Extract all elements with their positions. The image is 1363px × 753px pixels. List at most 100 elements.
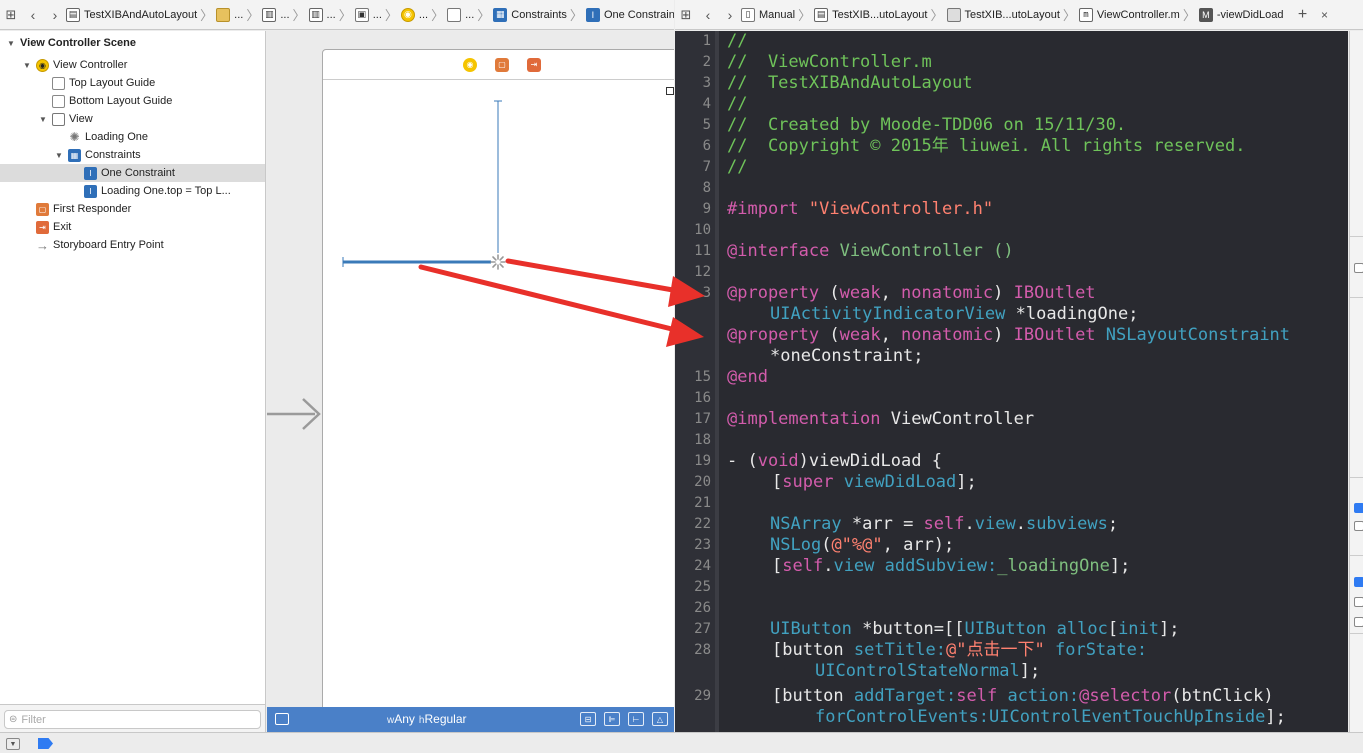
related-items-grid-icon[interactable]: ⊞ <box>675 4 697 26</box>
document-outline: ▼ View Controller Scene ▼ ◉ View Controller T… <box>0 31 266 704</box>
code-editor[interactable]: 1 2 3 4 5 6 7 8 9 10 11 12 3 15 16 17 18 19 20 21 22 23 24 25 26… <box>675 31 1348 732</box>
outline-item-constraints[interactable]: ▼ ▦ Constraints <box>0 146 265 164</box>
inspector-checkbox[interactable] <box>1354 521 1363 531</box>
jump-bar-view-controller[interactable]: ◉... <box>400 7 428 22</box>
code-line: - (void)viewDidLoad { <box>727 451 942 471</box>
code-line: UIActivityIndicatorView *loadingOne; <box>770 304 1139 324</box>
hide-debug-area-icon[interactable]: ▼ <box>6 738 20 750</box>
jump-bar-folder[interactable]: ... <box>216 7 243 22</box>
back-chevron-icon[interactable]: ‹ <box>697 4 719 26</box>
line-number: 28 <box>694 642 711 658</box>
stack-icon[interactable]: ⊟ <box>580 712 596 726</box>
disclosure-triangle-icon[interactable]: ▼ <box>54 151 64 160</box>
jump-bar-scene[interactable]: ▣... <box>354 7 382 22</box>
disclosure-triangle-icon[interactable]: ▼ <box>38 115 48 124</box>
jump-bar-storyboard[interactable]: ▥... <box>262 7 290 22</box>
code-line: @property (weak, nonatomic) IBOutlet <box>727 283 1096 303</box>
inspector-checkbox-checked[interactable] <box>1354 577 1363 587</box>
add-editor-button[interactable]: + <box>1292 4 1314 26</box>
close-editor-icon[interactable]: × <box>1314 4 1336 26</box>
jump-bar-project[interactable]: ▤ TestXIBAndAutoLayout <box>66 7 197 22</box>
filter-icon: ⊜ <box>9 714 18 725</box>
jump-bar-one-constraint[interactable]: I One Constraint <box>585 7 674 22</box>
jump-bar-group[interactable]: ▤ TestXIB...utoLayout <box>814 7 927 22</box>
folder-icon <box>216 7 231 22</box>
inspector-field[interactable] <box>1354 263 1363 273</box>
outline-item-bottom-layout-guide[interactable]: Bottom Layout Guide <box>0 92 265 110</box>
outline-item-view-controller[interactable]: ▼ ◉ View Controller <box>0 56 265 74</box>
forward-chevron-icon[interactable]: › <box>44 4 66 26</box>
align-icon[interactable]: ⊫ <box>604 712 620 726</box>
outline-item-label: View Controller Scene <box>20 37 136 49</box>
code-line: // TestXIBAndAutoLayout <box>727 73 973 93</box>
entry-point-arrow-icon: → <box>36 237 49 253</box>
outline-item-view[interactable]: ▼ View <box>0 110 265 128</box>
activity-indicator-icon: ✺ <box>69 130 80 144</box>
storyboard-jump-bar: ⊞ ‹ › ▤ TestXIBAndAutoLayout 〉 ... 〉 ▥...… <box>0 0 674 30</box>
code-line: [self.view addSubview:_loadingOne]; <box>772 556 1131 576</box>
outline-item-exit[interactable]: ⇥ Exit <box>0 218 265 236</box>
jump-bar-file[interactable]: m ViewController.m <box>1078 7 1180 22</box>
constraint-icon: I <box>585 7 600 22</box>
pin-icon[interactable]: ⊢ <box>628 712 644 726</box>
line-number: 3 <box>702 75 711 91</box>
jump-bar-constraints[interactable]: ▦ Constraints <box>493 7 567 22</box>
jump-bar-folder[interactable]: TestXIB...utoLayout <box>946 7 1060 22</box>
inspector-checkbox[interactable] <box>1354 597 1363 607</box>
resolve-issues-icon[interactable]: △ <box>652 712 668 726</box>
outline-item-top-layout-guide[interactable]: Top Layout Guide <box>0 74 265 92</box>
code-line: forControlEvents:UIControlEventTouchUpIn… <box>815 707 1286 727</box>
line-number: 27 <box>694 621 711 637</box>
inspector-divider <box>1350 633 1363 634</box>
line-number-gutter[interactable]: 1 2 3 4 5 6 7 8 9 10 11 12 3 15 16 17 18 19 20 21 22 23 24 25 26… <box>675 31 715 732</box>
storyboard-entry-point-arrow-icon[interactable] <box>267 398 321 430</box>
code-line: // <box>727 31 748 51</box>
forward-chevron-icon[interactable]: › <box>719 4 741 26</box>
code-line: *oneConstraint; <box>770 346 924 366</box>
scene-icon: ▣ <box>354 7 369 22</box>
jump-bar-method[interactable]: M -viewDidLoad <box>1198 7 1284 22</box>
disclosure-triangle-icon[interactable]: ▼ <box>6 39 16 48</box>
filter-field: ⊜ <box>4 710 261 729</box>
line-number: 22 <box>694 516 711 532</box>
inspector-checkbox[interactable] <box>1354 617 1363 627</box>
size-class-selector[interactable]: wAny hRegular <box>387 712 467 726</box>
jump-bar-separator: 〉 <box>200 8 214 23</box>
jump-bar-view[interactable]: ... <box>447 7 474 22</box>
related-items-grid-icon[interactable]: ⊞ <box>0 4 22 26</box>
inspector-checkbox-checked[interactable] <box>1354 503 1363 513</box>
jump-bar-storyboard-base[interactable]: ▥... <box>308 7 336 22</box>
jump-bar-manual[interactable]: ▯ Manual <box>741 7 795 22</box>
outline-item-storyboard-entry-point[interactable]: → Storyboard Entry Point <box>0 236 265 254</box>
folder-icon <box>946 7 961 22</box>
outline-item-one-constraint[interactable]: I One Constraint <box>0 164 265 182</box>
code-line: @end <box>727 367 768 387</box>
debug-bar: ▼ <box>0 732 1363 753</box>
outline-item-loading-one-top-top-l[interactable]: I Loading One.top = Top L... <box>0 182 265 200</box>
project-file-icon: ▤ <box>66 7 80 22</box>
line-number: 23 <box>694 537 711 553</box>
outline-item-loading-one[interactable]: ✺ Loading One <box>0 128 265 146</box>
outlet-connection-circle-icon[interactable] <box>678 329 690 341</box>
loading-one-activity-indicator-icon[interactable] <box>490 254 506 270</box>
toggle-outline-icon[interactable] <box>275 713 289 725</box>
view-controller-icon: ◉ <box>36 58 49 72</box>
size-class-bar: wAny hRegular ⊟ ⊫ ⊢ △ <box>267 707 674 732</box>
inspector-divider <box>1350 477 1363 478</box>
line-number: 5 <box>702 117 711 133</box>
interface-builder-canvas[interactable]: ◉ ▢ ⇥ <box>267 31 674 707</box>
filter-input[interactable] <box>21 713 242 726</box>
inspector-divider <box>1350 297 1363 298</box>
outline-item-first-responder[interactable]: ▢ First Responder <box>0 200 265 218</box>
code-line: @interface ViewController () <box>727 241 1014 261</box>
back-chevron-icon[interactable]: ‹ <box>22 4 44 26</box>
code-folding-ribbon[interactable] <box>715 31 719 732</box>
outline-item-label: Exit <box>53 221 72 233</box>
line-number: 1 <box>702 33 711 49</box>
outline-item-label: Bottom Layout Guide <box>69 95 173 107</box>
disclosure-triangle-icon[interactable]: ▼ <box>22 61 32 70</box>
breakpoints-toggle-icon[interactable] <box>38 738 53 749</box>
line-number: 8 <box>702 180 711 196</box>
outline-item-view-controller-scene[interactable]: ▼ View Controller Scene <box>0 34 265 52</box>
code-line: // <box>727 157 748 177</box>
